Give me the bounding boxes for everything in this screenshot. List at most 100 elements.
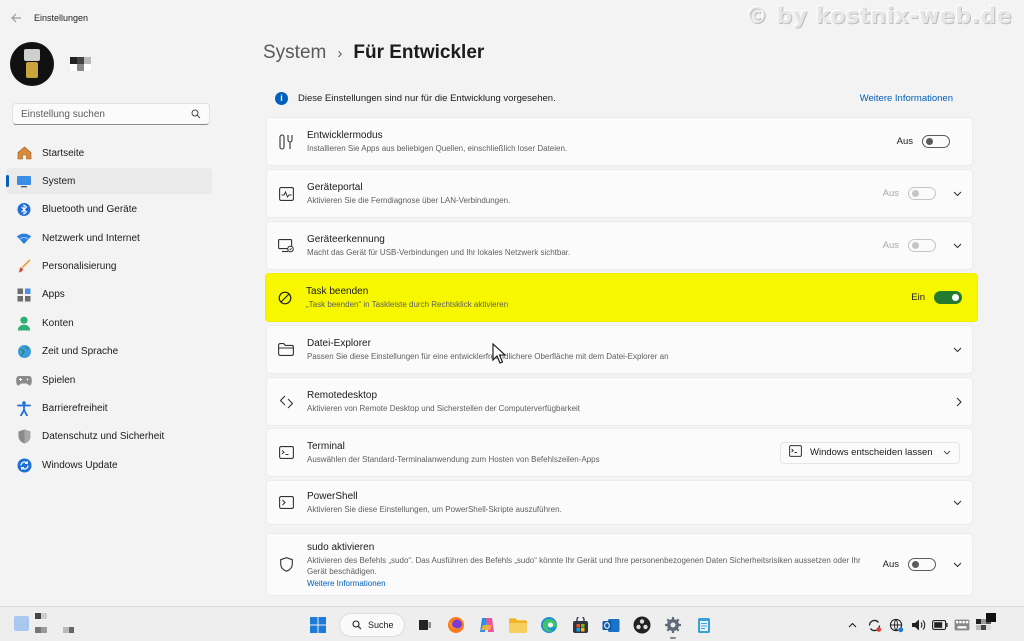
setting-device-discovery[interactable]: Geräteerkennung Macht das Gerät für USB-… [266, 221, 973, 270]
chevron-down-icon[interactable] [940, 347, 962, 353]
speaker-icon [911, 619, 925, 631]
sidebar-item-konten[interactable]: Konten [6, 310, 212, 336]
copilot-app[interactable] [473, 611, 501, 639]
sidebar-item-label: Barrierefreiheit [42, 403, 108, 415]
setting-remote-desktop[interactable]: Remotedesktop Aktivieren von Remote Desk… [266, 377, 973, 426]
file-explorer-app[interactable] [504, 611, 532, 639]
gear-icon [665, 617, 681, 633]
taskbar: Suche [0, 606, 1024, 641]
setting-description: Installieren Sie Apps aus beliebigen Que… [307, 144, 568, 153]
widgets-button[interactable] [14, 610, 74, 641]
terminal-icon [277, 444, 295, 462]
sudo-toggle[interactable] [908, 558, 936, 571]
tray-overflow-button[interactable] [842, 615, 862, 635]
sidebar-item-windows-update[interactable]: Windows Update [6, 452, 212, 478]
sidebar-item-label: Personalisierung [42, 261, 117, 273]
taskbar-apps: Suche [304, 611, 721, 639]
folder-icon [277, 341, 295, 359]
chevron-down-icon[interactable] [940, 191, 962, 197]
setting-description: Auswählen der Standard-Terminalanwendung… [307, 455, 600, 464]
outlook-app[interactable] [597, 611, 625, 639]
edge-app[interactable] [535, 611, 563, 639]
sidebar-item-label: Spielen [42, 374, 76, 386]
firefox-app[interactable] [442, 611, 470, 639]
obs-app[interactable] [628, 611, 656, 639]
sidebar-item-label: Windows Update [42, 459, 118, 471]
developer-tools-icon [277, 133, 295, 151]
device-discovery-toggle[interactable] [908, 239, 936, 252]
title-bar: Einstellungen © by kostnix-web.de [0, 0, 1024, 36]
dropdown-selected-value: Windows entscheiden lassen [810, 447, 933, 458]
more-info-link[interactable]: Weitere Informationen [860, 93, 953, 104]
home-icon [16, 145, 32, 161]
breadcrumb-parent[interactable]: System [263, 42, 326, 64]
sidebar-item-datenschutz[interactable]: Datenschutz und Sicherheit [6, 424, 212, 450]
settings-search-input[interactable] [21, 108, 191, 120]
tray-network-button[interactable] [886, 615, 906, 635]
notepad-app[interactable] [690, 611, 718, 639]
user-profile[interactable] [10, 42, 91, 86]
setting-title: Geräteportal [307, 182, 363, 193]
remote-desktop-icon [277, 393, 295, 411]
device-portal-toggle[interactable] [908, 187, 936, 200]
terminal-app-dropdown[interactable]: Windows entscheiden lassen [780, 441, 960, 464]
settings-app[interactable] [659, 611, 687, 639]
sidebar-item-startseite[interactable]: Startseite [6, 140, 212, 166]
shield-icon [277, 556, 295, 574]
sidebar-item-label: Netzwerk und Internet [42, 232, 140, 244]
start-button[interactable] [304, 611, 332, 639]
setting-file-explorer[interactable]: Datei-Explorer Passen Sie diese Einstell… [266, 325, 973, 374]
sidebar-item-spielen[interactable]: Spielen [6, 367, 212, 393]
keyboard-icon [954, 619, 970, 631]
chevron-down-icon[interactable] [940, 243, 962, 249]
task-view-button[interactable] [411, 611, 439, 639]
setting-powershell[interactable]: PowerShell Aktivieren Sie diese Einstell… [266, 480, 973, 525]
task-view-icon [419, 620, 431, 630]
setting-title: Task beenden [306, 286, 369, 297]
setting-description: Macht das Gerät für USB-Verbindungen und… [307, 248, 571, 257]
info-banner: i Diese Einstellungen sind nur für die E… [266, 86, 973, 110]
back-button[interactable] [0, 0, 32, 36]
developer-mode-toggle[interactable] [922, 135, 950, 148]
sidebar-item-zeit[interactable]: Zeit und Sprache [6, 339, 212, 365]
tray-keyboard-layout-button[interactable] [952, 615, 972, 635]
notification-center-button[interactable] [986, 613, 996, 622]
taskbar-search[interactable]: Suche [339, 613, 405, 637]
sidebar-item-personalisierung[interactable]: Personalisierung [6, 254, 212, 280]
chevron-down-icon[interactable] [940, 562, 962, 568]
sidebar-item-apps[interactable]: Apps [6, 282, 212, 308]
search-icon[interactable] [191, 109, 201, 119]
chevron-right-icon[interactable] [940, 397, 962, 407]
sudo-description-text: Aktivieren des Befehls „sudo“. Das Ausfü… [307, 555, 861, 576]
chevron-down-icon[interactable] [940, 500, 962, 506]
sidebar-item-netzwerk[interactable]: Netzwerk und Internet [6, 225, 212, 251]
store-app[interactable] [566, 611, 594, 639]
tray-battery-button[interactable] [930, 615, 950, 635]
settings-search-box[interactable] [12, 103, 210, 125]
sidebar-item-barrierefreiheit[interactable]: Barrierefreiheit [6, 396, 212, 422]
terminal-app-icon [789, 445, 802, 460]
toggle-state-label: Aus [882, 559, 899, 570]
info-text: Diese Einstellungen sind nur für die Ent… [298, 92, 556, 104]
widgets-icon [14, 613, 74, 633]
toggle-state-label: Aus [896, 136, 913, 147]
breadcrumb: System › Für Entwickler [263, 42, 484, 64]
tray-speaker-button[interactable] [908, 615, 928, 635]
setting-sudo[interactable]: sudo aktivieren Aktivieren des Befehls „… [266, 533, 973, 596]
setting-description: Aktivieren des Befehls „sudo“. Das Ausfü… [307, 555, 869, 589]
toggle-state-label: Aus [882, 240, 899, 251]
robot-head [24, 49, 40, 61]
sudo-more-info-link[interactable]: Weitere Informationen [307, 578, 869, 589]
account-icon [16, 315, 32, 331]
setting-device-portal[interactable]: Geräteportal Aktivieren Sie die Ferndiag… [266, 169, 973, 218]
wifi-icon [16, 230, 32, 246]
tray-sync-button[interactable] [864, 615, 884, 635]
sidebar-item-system[interactable]: System [6, 168, 212, 195]
outlook-icon [602, 618, 620, 632]
sidebar-item-label: Bluetooth und Geräte [42, 204, 138, 216]
notepad-icon [698, 618, 710, 633]
sidebar-item-label: Startseite [42, 147, 85, 159]
setting-title: Datei-Explorer [307, 338, 371, 349]
end-task-toggle[interactable] [934, 291, 962, 304]
sidebar-item-bluetooth[interactable]: Bluetooth und Geräte [6, 197, 212, 223]
